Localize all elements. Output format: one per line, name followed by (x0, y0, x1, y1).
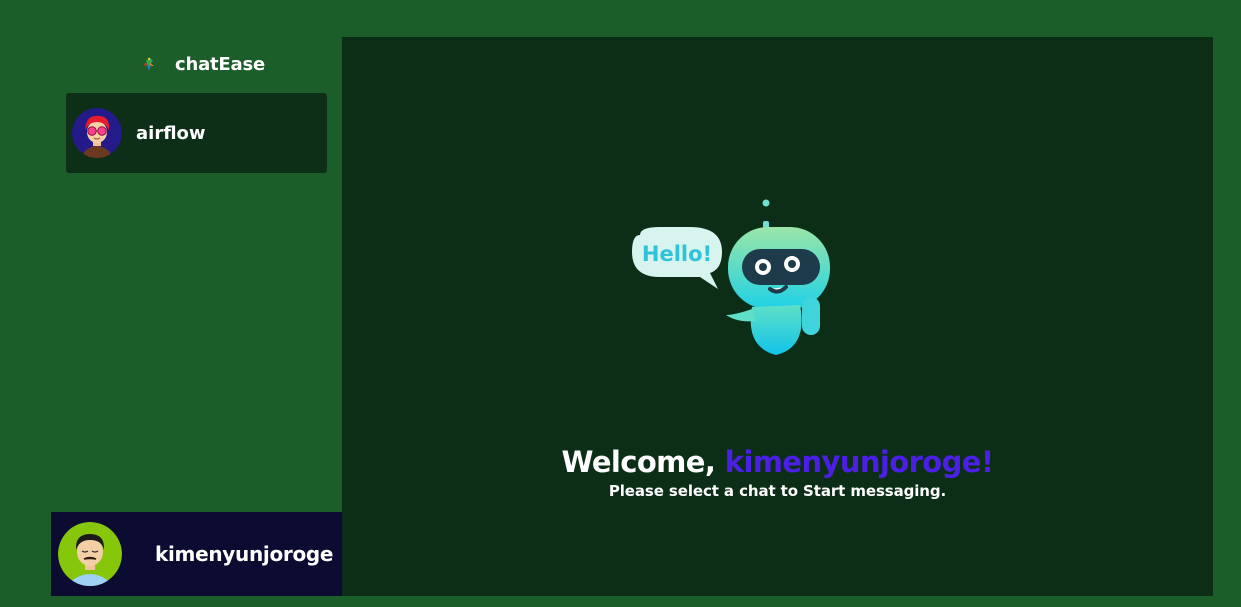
parrot-logo-icon (137, 52, 161, 76)
main-panel: Hello! Welcome, kimenyunjoroge! Please s… (342, 37, 1213, 596)
avatar-red-hair-glasses-icon (72, 108, 122, 158)
hello-robot-icon: Hello! (630, 197, 830, 359)
chat-item-name: airflow (136, 122, 206, 144)
welcome-username: kimenyunjoroge! (724, 445, 994, 479)
app-root: chatEase airflow kimenyunjoroge Hello! W… (0, 0, 1241, 607)
welcome-subtitle: Please select a chat to Start messaging. (608, 482, 947, 500)
current-user-bar[interactable]: kimenyunjoroge (51, 512, 342, 596)
welcome-heading: Welcome, kimenyunjoroge! (342, 445, 1213, 479)
chat-item-airflow[interactable]: airflow (66, 93, 327, 173)
welcome-prefix: Welcome, (561, 445, 725, 479)
brand: chatEase (137, 49, 265, 79)
hello-bubble-text: Hello! (642, 242, 712, 266)
current-username: kimenyunjoroge (155, 542, 334, 566)
app-name: chatEase (175, 53, 265, 75)
sidebar: chatEase airflow kimenyunjoroge (51, 37, 342, 596)
avatar-man-mustache-icon (58, 522, 122, 586)
